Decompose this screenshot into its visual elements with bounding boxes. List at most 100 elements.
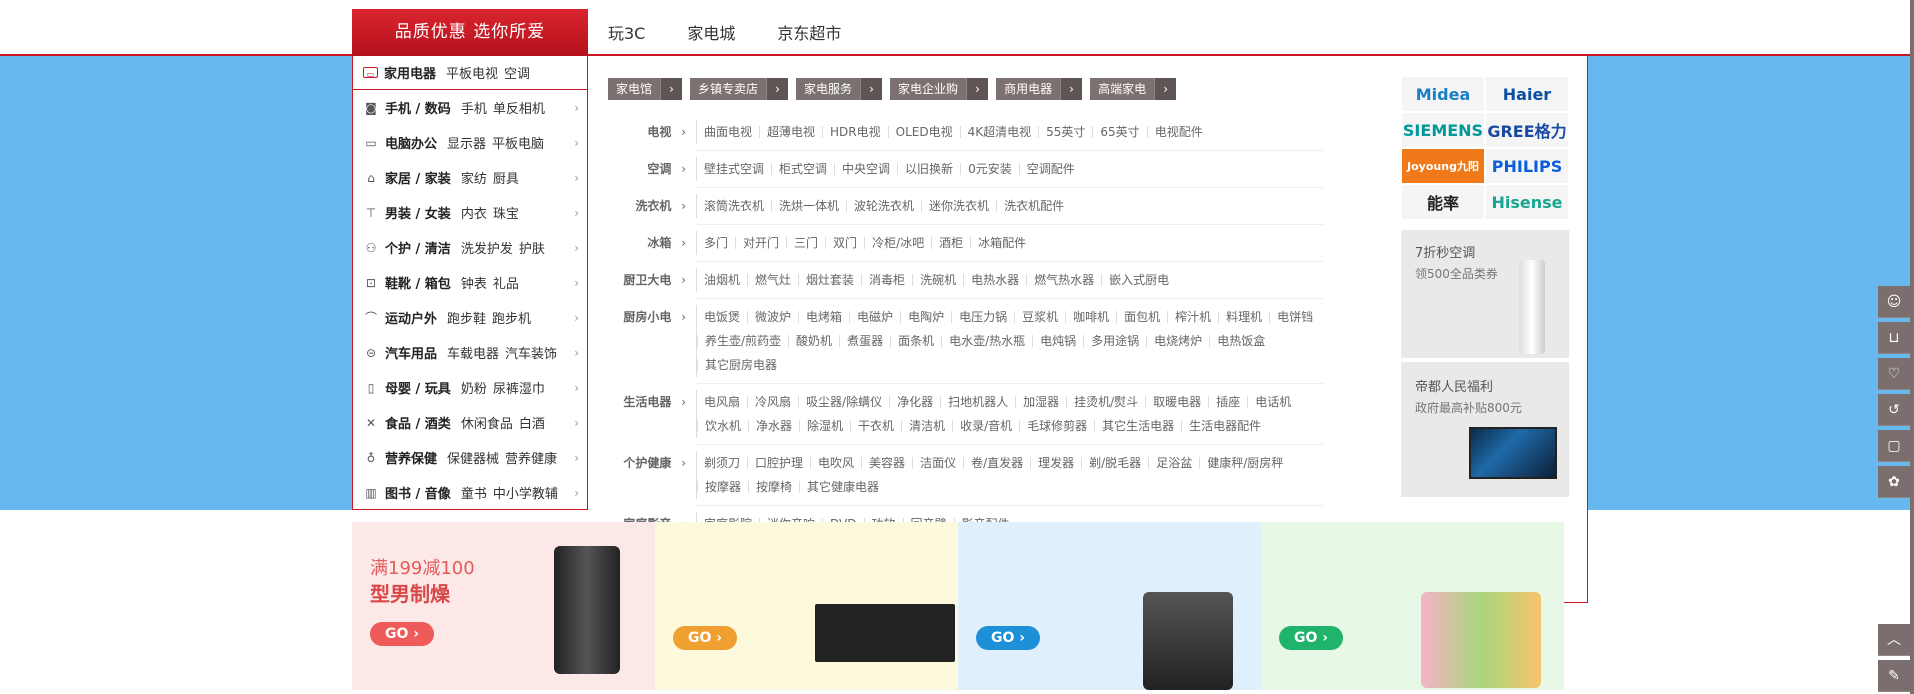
row-title[interactable]: 冰箱 — [596, 231, 686, 255]
category-link[interactable]: 电烧烤炉 — [1146, 335, 1209, 347]
category-link[interactable]: 剃须刀 — [697, 457, 747, 469]
category-link[interactable]: 电烤箱 — [798, 311, 849, 323]
menu-sub-link[interactable]: 跑步鞋 — [447, 308, 486, 327]
category-link[interactable]: 其它健康电器 — [799, 481, 886, 493]
category-link[interactable]: 65英寸 — [1092, 126, 1146, 138]
category-link[interactable]: 取暖电器 — [1145, 396, 1208, 408]
brand-logo[interactable]: Haier — [1485, 76, 1569, 112]
menu-item-11[interactable]: ▥ 图书 / 音像 童书 中小学教辅 › — [353, 475, 587, 510]
category-link[interactable]: 壁挂式空调 — [697, 163, 771, 175]
category-link[interactable]: 双门 — [825, 237, 864, 249]
category-link[interactable]: 洁面仪 — [912, 457, 963, 469]
row-title[interactable]: 电视 — [596, 120, 686, 144]
nav-link-3c[interactable]: 玩3C — [608, 20, 645, 44]
category-link[interactable]: 加湿器 — [1015, 396, 1066, 408]
category-link[interactable]: 剃/脱毛器 — [1081, 457, 1148, 469]
menu-sub-link[interactable]: 休闲食品 — [461, 413, 513, 432]
menu-sub-link[interactable]: 显示器 — [447, 133, 486, 152]
menu-sub-link[interactable]: 钟表 — [461, 273, 487, 292]
category-link[interactable]: 空调配件 — [1018, 163, 1082, 175]
go-button-4[interactable]: GO › — [1279, 626, 1343, 650]
menu-sub-link[interactable]: 礼品 — [493, 273, 519, 292]
row-title[interactable]: 厨房小电 — [596, 305, 686, 329]
menu-sub-link[interactable]: 跑步机 — [492, 308, 531, 327]
category-link[interactable]: 电压力锅 — [951, 311, 1014, 323]
category-link[interactable]: 电水壶/热水瓶 — [941, 335, 1032, 347]
menu-item-3[interactable]: ⊤ 男装 / 女装 内衣 珠宝 › — [353, 195, 587, 230]
channel-chip[interactable]: 家电服务 › — [796, 78, 883, 100]
category-link[interactable]: 按摩器 — [697, 481, 748, 493]
category-link[interactable]: 咖啡机 — [1065, 311, 1116, 323]
category-link[interactable]: 中央空调 — [834, 163, 897, 175]
category-link[interactable]: 饮水机 — [697, 420, 748, 432]
channel-chip[interactable]: 商用电器 › — [996, 78, 1083, 100]
menu-item-5[interactable]: ⊡ 鞋靴 / 箱包 钟表 礼品 › — [353, 265, 587, 300]
cart-icon[interactable]: ⊔ — [1878, 322, 1910, 354]
category-link[interactable]: 美容器 — [861, 457, 912, 469]
promo-aircon[interactable]: 7折秒空调 领500全品类券 — [1401, 230, 1569, 358]
brand-logo[interactable]: 能率 — [1401, 184, 1485, 220]
category-link[interactable]: OLED电视 — [887, 126, 960, 138]
category-link[interactable]: 消毒柜 — [861, 274, 912, 286]
menu-sub-link[interactable]: 珠宝 — [493, 203, 519, 222]
user-icon[interactable]: ☺ — [1878, 286, 1910, 318]
category-link[interactable]: HDR电视 — [822, 126, 888, 138]
category-link[interactable]: 冷柜/冰吧 — [864, 237, 931, 249]
menu-sub-link[interactable]: 手机 — [461, 98, 487, 117]
promo-subsidy[interactable]: 帝都人民福利 政府最高补贴800元 — [1401, 362, 1569, 497]
category-link[interactable]: 电热水器 — [963, 274, 1026, 286]
category-link[interactable]: 冷风扇 — [747, 396, 798, 408]
category-link[interactable]: 洗碗机 — [912, 274, 963, 286]
channel-chip[interactable]: 高端家电 › — [1090, 78, 1177, 100]
category-link[interactable]: 洗衣机配件 — [996, 200, 1071, 212]
category-link[interactable]: 除湿机 — [799, 420, 850, 432]
message-icon[interactable]: ▢ — [1878, 430, 1910, 462]
menu-sub-link[interactable]: 内衣 — [461, 203, 487, 222]
menu-sub-link[interactable]: 护肤 — [519, 238, 545, 257]
category-link[interactable]: 多用途锅 — [1083, 335, 1146, 347]
category-link[interactable]: 电吹风 — [810, 457, 861, 469]
row-title[interactable]: 个护健康 — [596, 451, 686, 475]
category-title[interactable]: 品质优惠 选你所爱 — [352, 9, 588, 56]
nav-link-appliance[interactable]: 家电城 — [687, 20, 735, 44]
channel-chip[interactable]: 乡镇专卖店 › — [690, 78, 789, 100]
menu-sub-link[interactable]: 汽车装饰 — [505, 343, 557, 362]
category-link[interactable]: 波轮洗衣机 — [846, 200, 921, 212]
category-link[interactable]: 插座 — [1208, 396, 1247, 408]
menu-sub-link[interactable]: 中小学教辅 — [493, 483, 558, 502]
row-title[interactable]: 厨卫大电 — [596, 268, 686, 292]
category-link[interactable]: 面条机 — [890, 335, 941, 347]
category-link[interactable]: 吸尘器/除螨仪 — [798, 396, 889, 408]
category-link[interactable]: 电话机 — [1247, 396, 1298, 408]
menu-item-4[interactable]: ⚇ 个护 / 清洁 洗发护发 护肤 › — [353, 230, 587, 265]
category-link[interactable]: 酒柜 — [931, 237, 970, 249]
category-link[interactable]: 对开门 — [735, 237, 786, 249]
category-link[interactable]: 养生壶/煎药壶 — [697, 335, 788, 347]
category-link[interactable]: 超薄电视 — [759, 126, 822, 138]
menu-sub-link[interactable]: 平板电脑 — [492, 133, 544, 152]
category-link[interactable]: 净化器 — [889, 396, 940, 408]
heart-icon[interactable]: ♡ — [1878, 358, 1910, 390]
row-title[interactable]: 空调 — [596, 157, 686, 181]
menu-sub-link[interactable]: 白酒 — [519, 413, 545, 432]
category-link[interactable]: 电磁炉 — [849, 311, 900, 323]
channel-chip[interactable]: 家电馆 › — [608, 78, 683, 100]
menu-sub-link[interactable]: 营养健康 — [505, 448, 557, 467]
promo-banner-4[interactable]: GO › — [1261, 522, 1564, 690]
brand-logo[interactable]: Hisense — [1485, 184, 1569, 220]
promo-banner-1[interactable]: 满199减100 型男制燥 GO › — [352, 522, 655, 690]
menu-sub-link[interactable]: 保健器械 — [447, 448, 499, 467]
category-link[interactable]: 酸奶机 — [788, 335, 839, 347]
promo-banner-3[interactable]: GO › — [958, 522, 1261, 690]
history-icon[interactable]: ↺ — [1878, 394, 1910, 426]
category-link[interactable]: 迷你洗衣机 — [921, 200, 996, 212]
menu-item-8[interactable]: ▯ 母婴 / 玩具 奶粉 尿裤湿巾 › — [353, 370, 587, 405]
channel-chip[interactable]: 家电企业购 › — [890, 78, 989, 100]
category-link[interactable]: 足浴盆 — [1148, 457, 1199, 469]
category-link[interactable]: 其它生活电器 — [1094, 420, 1181, 432]
row-title[interactable]: 生活电器 — [596, 390, 686, 414]
category-link[interactable]: 料理机 — [1218, 311, 1269, 323]
go-button-2[interactable]: GO › — [673, 626, 737, 650]
category-link[interactable]: 电风扇 — [697, 396, 747, 408]
menu-item-6[interactable]: ⌒ 运动户外 跑步鞋 跑步机 › — [353, 300, 587, 335]
